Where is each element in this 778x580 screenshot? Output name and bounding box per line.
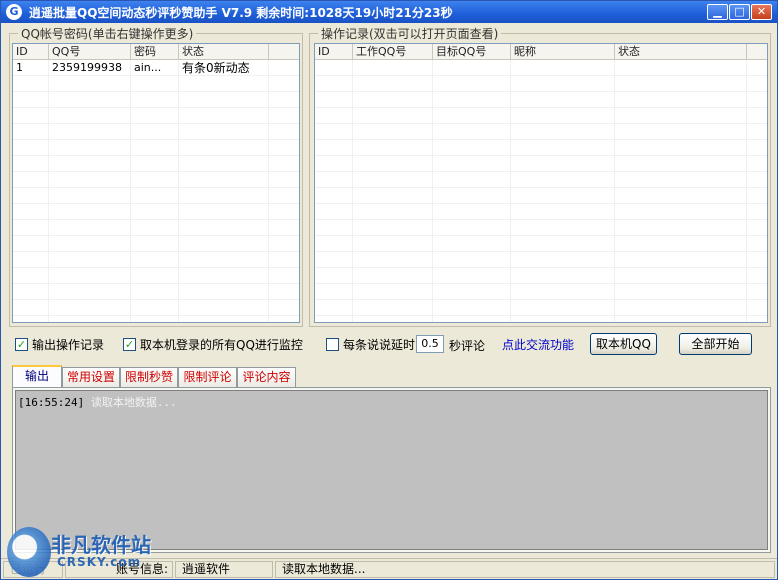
accounts-list-header: ID QQ号 密码 状态	[13, 44, 299, 60]
tab-comment-content[interactable]: 评论内容	[237, 367, 296, 387]
row-id: 1	[16, 61, 23, 74]
log-line: [16:55:24] 读取本地数据...	[18, 394, 765, 410]
delay-suffix-label: 秒评论	[449, 339, 486, 353]
row-qq: 2359199938	[52, 61, 122, 74]
checkbox-checked-icon: ✓	[123, 338, 136, 351]
column-header-work-qq[interactable]: 工作QQ号	[353, 44, 433, 60]
column-header-status[interactable]: 状态	[615, 44, 747, 60]
row-password: ain...	[134, 61, 162, 74]
accounts-list[interactable]: ID QQ号 密码 状态 1 2359199938 ain... 有条0新动态	[12, 43, 300, 323]
records-group: 操作记录(双击可以打开页面查看) ID 工作QQ号 目标QQ号 昵称 状态	[309, 25, 771, 327]
column-header-target-qq[interactable]: 目标QQ号	[433, 44, 511, 60]
column-header-id[interactable]: ID	[13, 44, 49, 60]
accounts-group: QQ帐号密码(单击右键操作更多) ID QQ号 密码 状态 1 23591999…	[9, 25, 303, 327]
records-list-header: ID 工作QQ号 目标QQ号 昵称 状态	[315, 44, 767, 60]
tab-limit-likes[interactable]: 限制秒赞	[120, 367, 178, 387]
watermark-logo-icon	[7, 527, 51, 577]
start-all-button[interactable]: 全部开始	[679, 333, 752, 355]
accounts-group-label: QQ帐号密码(单击右键操作更多)	[18, 25, 197, 42]
row-status: 有条0新动态	[182, 61, 250, 75]
accounts-list-body: 1 2359199938 ain... 有条0新动态	[13, 60, 299, 322]
close-button[interactable]: ✕	[751, 4, 772, 20]
column-header-qq[interactable]: QQ号	[49, 44, 131, 60]
column-header-id[interactable]: ID	[315, 44, 353, 60]
minimize-button[interactable]: ▁	[707, 4, 728, 20]
log-message: 读取本地数据...	[90, 396, 177, 409]
app-logo-icon: G	[6, 4, 22, 20]
status-message: 读取本地数据...	[275, 561, 775, 578]
records-list[interactable]: ID 工作QQ号 目标QQ号 昵称 状态	[314, 43, 768, 323]
app-window: G 逍遥批量QQ空间动态秒评秒赞助手 V7.9 剩余时间:1028天19小时21…	[0, 0, 778, 580]
tab-limit-comments[interactable]: 限制评论	[178, 367, 237, 387]
monitor-local-label: 取本机登录的所有QQ进行监控	[140, 338, 303, 352]
delay-seconds-input[interactable]: 0.5	[416, 335, 444, 353]
exchange-link[interactable]: 点此交流功能	[502, 336, 574, 353]
column-header-status[interactable]: 状态	[179, 44, 269, 60]
column-header-nickname[interactable]: 昵称	[511, 44, 615, 60]
watermark-sub: CRSKY.com	[57, 555, 142, 569]
tab-common-settings[interactable]: 常用设置	[62, 367, 120, 387]
column-header-password[interactable]: 密码	[131, 44, 179, 60]
checkbox-checked-icon: ✓	[15, 338, 28, 351]
maximize-button[interactable]: □	[729, 4, 750, 20]
log-timestamp: [16:55:24]	[18, 396, 85, 409]
output-log-label: 输出操作记录	[32, 338, 105, 352]
monitor-local-checkbox[interactable]: ✓ 取本机登录的所有QQ进行监控	[123, 336, 303, 353]
status-vendor: 逍遥软件	[175, 561, 273, 578]
delay-prefix-label: 每条说说延时	[343, 338, 416, 352]
records-list-body	[315, 60, 767, 322]
watermark: 非凡软件站 CRSKY.com	[1, 521, 166, 580]
checkbox-unchecked-icon	[326, 338, 339, 351]
get-local-qq-button[interactable]: 取本机QQ	[590, 333, 657, 355]
records-group-label: 操作记录(双击可以打开页面查看)	[318, 25, 502, 42]
tab-output[interactable]: 输出	[12, 365, 62, 388]
watermark-name: 非凡软件站	[51, 533, 151, 557]
table-row[interactable]: 1 2359199938 ain... 有条0新动态	[13, 60, 299, 76]
title-bar[interactable]: G 逍遥批量QQ空间动态秒评秒赞助手 V7.9 剩余时间:1028天19小时21…	[1, 1, 777, 23]
output-log-checkbox[interactable]: ✓ 输出操作记录	[15, 336, 104, 353]
window-title: 逍遥批量QQ空间动态秒评秒赞助手 V7.9 剩余时间:1028天19小时21分2…	[29, 6, 453, 20]
delay-checkbox[interactable]: 每条说说延时	[326, 336, 415, 353]
